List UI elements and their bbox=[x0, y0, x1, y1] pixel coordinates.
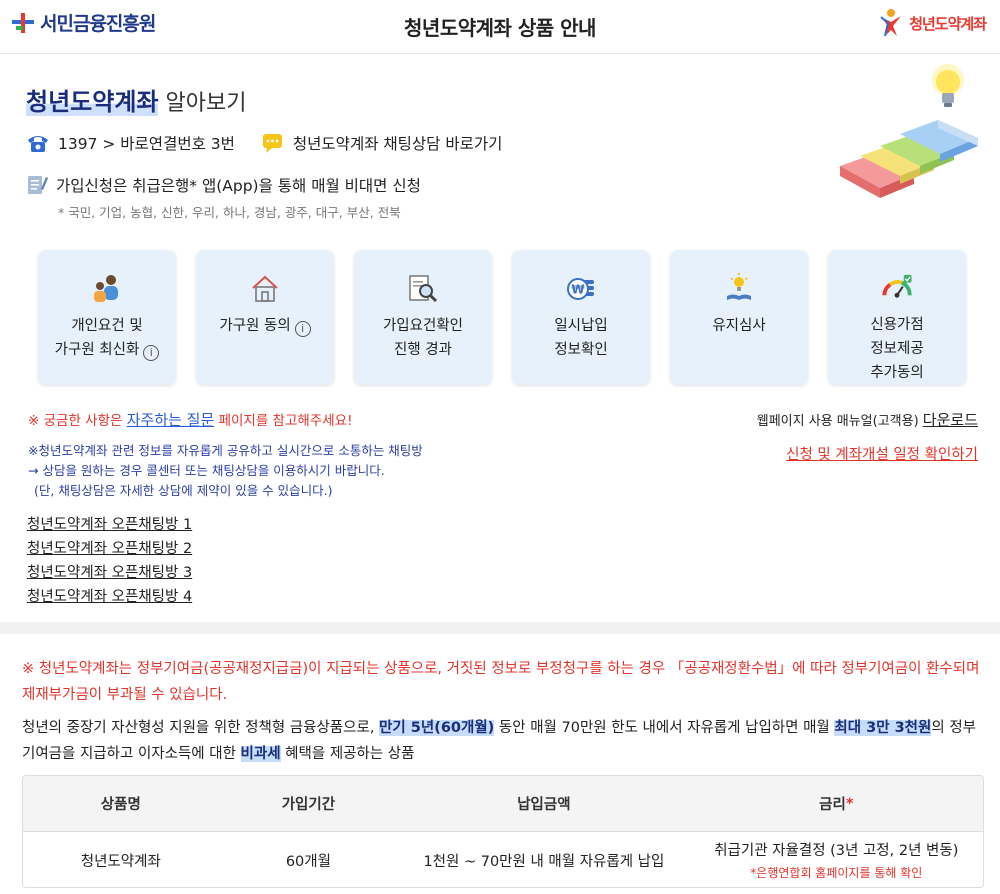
table-header-cell: 가입기간 bbox=[281, 797, 336, 813]
rate-value: 취급기관 자율결정 (3년 고정, 2년 변동) bbox=[714, 843, 959, 859]
manual-prefix: 웹페이지 사용 매뉴얼(고객용) bbox=[756, 414, 923, 429]
house-icon bbox=[252, 275, 278, 302]
table-cell: 60개월 bbox=[285, 853, 331, 870]
table-header-cell: 상품명 bbox=[100, 797, 141, 813]
product-logo-text: 청년도약계좌 bbox=[909, 14, 987, 33]
faq-note-prefix: ※ 궁금한 사항은 bbox=[28, 413, 127, 429]
app-header: 서민금융진흥원 청년도약계좌 상품 안내 청년도약계좌 bbox=[0, 0, 1000, 54]
page-title: 청년도약계좌 상품 안내 bbox=[404, 16, 596, 40]
card-lump-sum-info[interactable]: ₩ 일시납입 정보확인 bbox=[512, 250, 650, 385]
intro-title-highlight: 청년도약계좌 bbox=[26, 88, 159, 116]
people-icon bbox=[94, 275, 118, 302]
apply-text: 가입신청은 취급은행* 앱(App)을 통해 매월 비대면 신청 bbox=[56, 177, 421, 195]
card-label: 가입요건확인 진행 경과 bbox=[382, 318, 464, 358]
book-bulb-icon bbox=[727, 273, 751, 300]
manual-download: 웹페이지 사용 매뉴얼(고객용) 다운로드 bbox=[757, 409, 978, 430]
product-logo[interactable]: 청년도약계좌 bbox=[877, 8, 987, 38]
apply-row: 가입신청은 취급은행* 앱(App)을 통해 매월 비대면 신청 bbox=[26, 173, 421, 197]
open-chat-link-4[interactable]: 청년도약계좌 오픈채팅방 4 bbox=[27, 585, 192, 609]
open-chat-links: 청년도약계좌 오픈채팅방 1 청년도약계좌 오픈채팅방 2 청년도약계좌 오픈채… bbox=[27, 513, 192, 609]
chat-bubble-icon bbox=[262, 134, 282, 153]
chat-note-line: ※청년도약계좌 관련 정보를 자유롭게 공유하고 실시간으로 소통하는 채팅방 bbox=[28, 443, 423, 458]
chat-consult-link[interactable]: 청년도약계좌 채팅상담 바로가기 bbox=[293, 132, 503, 154]
info-icon[interactable]: i bbox=[294, 321, 311, 337]
open-chat-link-1[interactable]: 청년도약계좌 오픈채팅방 1 bbox=[27, 513, 192, 537]
desc-text: 혜택을 제공하는 상품 bbox=[280, 746, 415, 762]
won-coin-icon: ₩ bbox=[567, 278, 594, 300]
desc-highlight-taxfree: 비과세 bbox=[240, 746, 281, 762]
card-household-consent[interactable]: 가구원 동의 i bbox=[196, 250, 334, 385]
card-label: 일시납입 정보확인 bbox=[554, 318, 608, 358]
product-description: 청년의 중장기 자산형성 지원을 위한 정책형 금융상품으로, 만기 5년(60… bbox=[22, 715, 984, 767]
card-label: 가구원 동의 bbox=[219, 318, 291, 334]
info-icon[interactable]: i bbox=[143, 345, 160, 361]
card-personal-requirements[interactable]: 개인요건 및 가구원 최신화 i bbox=[38, 250, 176, 385]
intro-title: 청년도약계좌 알아보기 bbox=[26, 82, 246, 117]
phone-icon bbox=[28, 136, 48, 152]
table-cell: 청년도약계좌 bbox=[80, 853, 161, 870]
intro-title-rest: 알아보기 bbox=[158, 91, 247, 116]
required-mark: * bbox=[845, 795, 854, 812]
stairs-lightbulb-illustration bbox=[840, 64, 978, 198]
open-chat-link-3[interactable]: 청년도약계좌 오픈채팅방 3 bbox=[27, 561, 192, 585]
banks-note: * 국민, 기업, 농협, 신한, 우리, 하나, 경남, 광주, 대구, 부산… bbox=[58, 205, 401, 220]
table-cell: 1천원 ~ 70만원 내 매월 자유롭게 납입 bbox=[423, 853, 665, 870]
card-label: 개인요건 및 가구원 최신화 bbox=[54, 318, 143, 358]
schedule-check-link[interactable]: 신청 및 계좌개설 일정 확인하기 bbox=[786, 443, 978, 464]
contact-row: 1397 > 바로연결번호 3번 청년도약계좌 채팅상담 바로가기 bbox=[26, 132, 502, 154]
manual-download-link[interactable]: 다운로드 bbox=[923, 411, 978, 429]
fraud-warning: ※ 청년도약계좌는 정부기여금(공공재정지급금)이 지급되는 상품으로, 거짓된… bbox=[22, 661, 980, 703]
table-header-cell: 금리 * bbox=[690, 776, 983, 831]
desc-highlight-amount: 최대 3만 3천원 bbox=[834, 720, 932, 736]
section-divider bbox=[0, 622, 1000, 634]
open-chat-link-2[interactable]: 청년도약계좌 오픈채팅방 2 bbox=[27, 537, 192, 561]
service-cards: 개인요건 및 가구원 최신화 i 가구원 동의 i 가입요건확인 진행 경과 ₩ 일… bbox=[38, 250, 966, 385]
table-row: 청년도약계좌 60개월 1천원 ~ 70만원 내 매월 자유롭게 납입 취급기관… bbox=[23, 832, 983, 887]
document-search-icon bbox=[409, 275, 438, 303]
product-table: 상품명 가입기간 납입금액 금리 * 청년도약계좌 60개월 1천원 ~ 70만원… bbox=[22, 775, 984, 888]
chat-note-line: (단, 채팅상담은 자세한 상담에 제약이 있을 수 있습니다.) bbox=[34, 483, 333, 498]
card-label: 신용가점 정보제공 추가동의 bbox=[870, 317, 924, 381]
card-credit-score-consent[interactable]: 신용가점 정보제공 추가동의 bbox=[828, 250, 966, 385]
faq-link[interactable]: 자주하는 질문 bbox=[127, 411, 215, 429]
table-header-cell: 납입금액 bbox=[517, 797, 571, 813]
rate-note: *은행연합회 홈페이지를 통해 확인 bbox=[750, 866, 923, 880]
card-label: 유지심사 bbox=[712, 318, 766, 334]
table-cell: 취급기관 자율결정 (3년 고정, 2년 변동) *은행연합회 홈페이지를 통해… bbox=[690, 832, 983, 887]
application-form-icon bbox=[28, 176, 48, 194]
open-chat-note: ※청년도약계좌 관련 정보를 자유롭게 공유하고 실시간으로 소통하는 채팅방 … bbox=[28, 441, 423, 501]
product-logo-figure-icon bbox=[880, 9, 902, 37]
gauge-icon bbox=[882, 274, 912, 298]
table-header-row: 상품명 가입기간 납입금액 금리 * bbox=[23, 776, 983, 832]
faq-note-suffix: 페이지를 참고해주세요! bbox=[214, 413, 353, 429]
svg-text:₩: ₩ bbox=[571, 283, 585, 297]
desc-text: 동안 매월 70만원 한도 내에서 자유롭게 납입하면 매월 bbox=[494, 720, 835, 736]
card-eligibility-progress[interactable]: 가입요건확인 진행 경과 bbox=[354, 250, 492, 385]
desc-highlight-term: 만기 5년(60개월) bbox=[379, 720, 495, 736]
desc-text: 청년의 중장기 자산형성 지원을 위한 정책형 금융상품으로, bbox=[22, 720, 380, 736]
phone-number-text[interactable]: 1397 > 바로연결번호 3번 bbox=[58, 132, 235, 154]
card-maintenance-review[interactable]: 유지심사 bbox=[670, 250, 808, 385]
rate-header-label: 금리 bbox=[819, 797, 846, 813]
chat-note-line: → 상담을 원하는 경우 콜센터 또는 채팅상담을 이용하시기 바랍니다. bbox=[28, 463, 385, 478]
faq-note: ※ 궁금한 사항은 자주하는 질문 페이지를 참고해주세요! bbox=[28, 409, 353, 430]
